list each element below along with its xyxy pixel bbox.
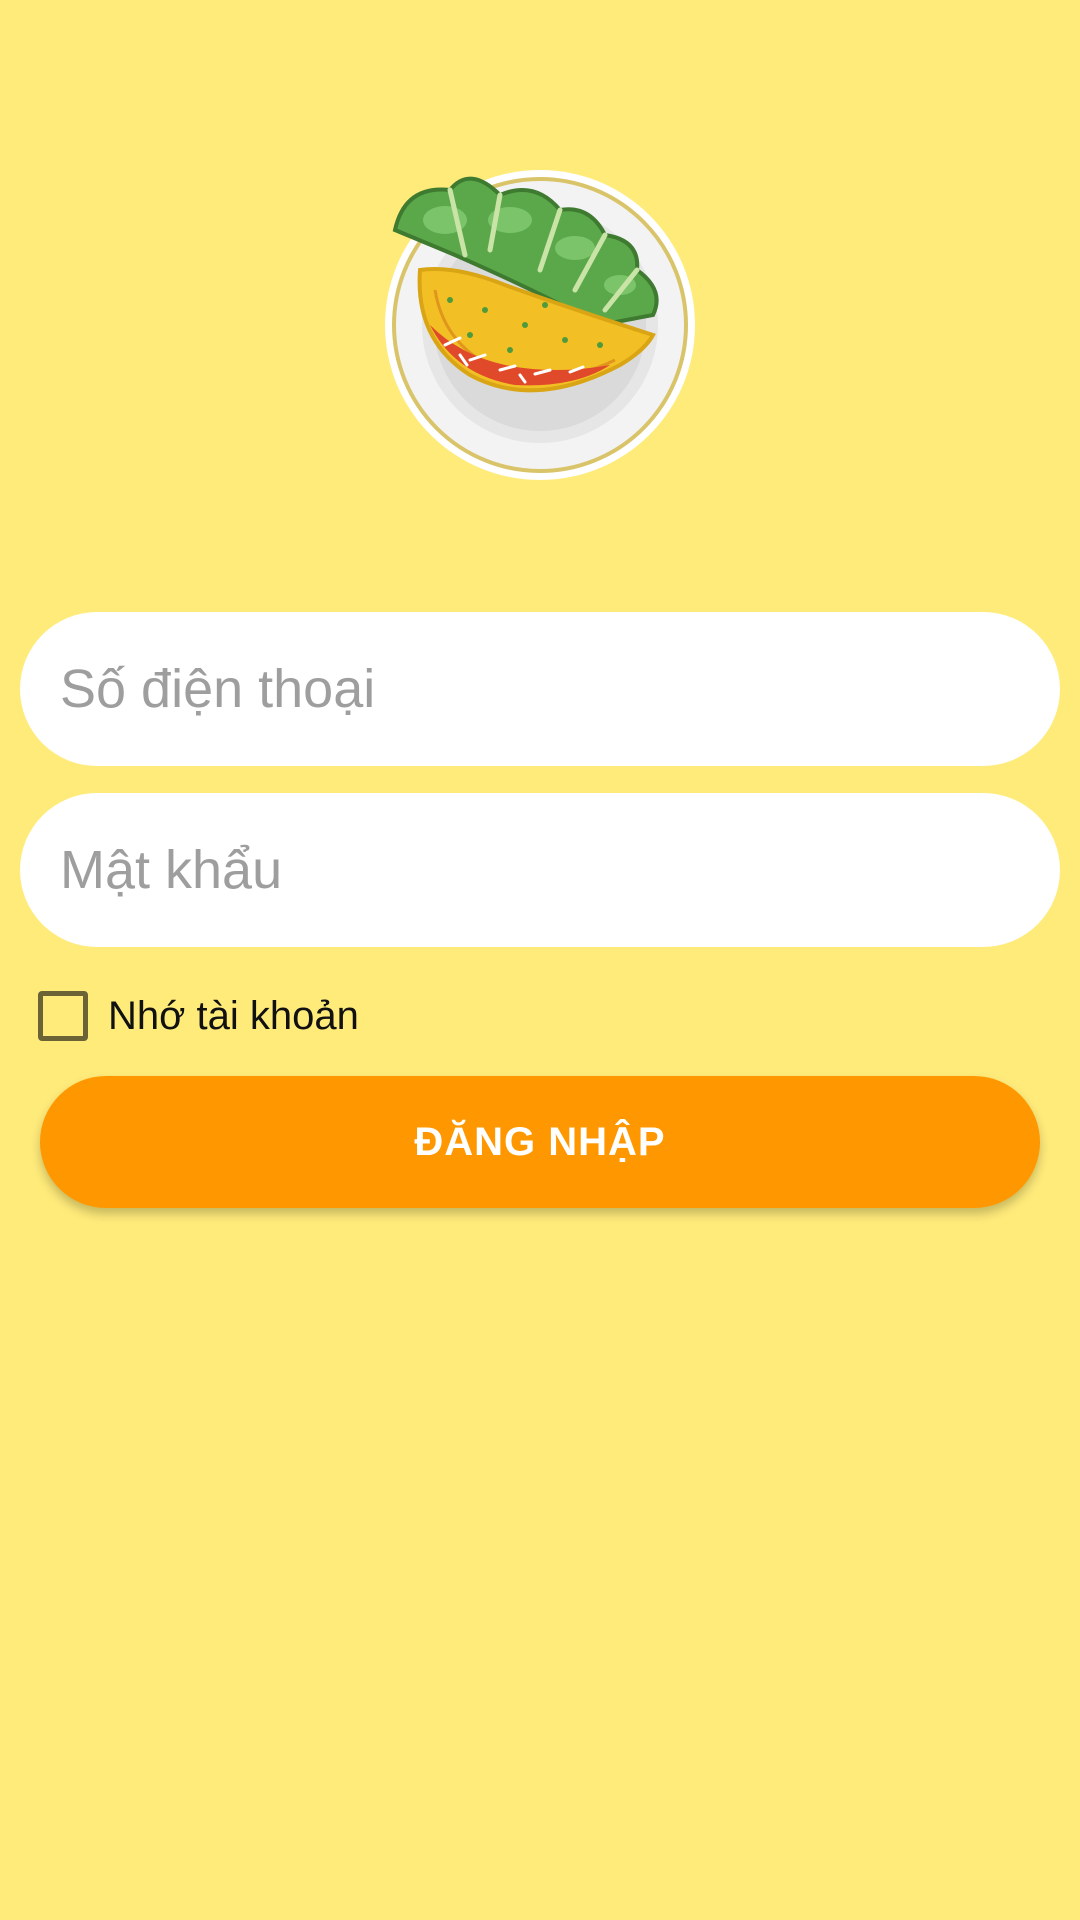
remember-label: Nhớ tài khoản [108,993,359,1038]
banh-xeo-plate-icon [385,170,695,480]
remember-account[interactable]: Nhớ tài khoản [38,988,359,1044]
password-input[interactable] [58,838,1022,902]
remember-checkbox[interactable] [38,991,88,1041]
password-field[interactable] [20,793,1060,947]
login-button-label: ĐĂNG NHẬP [414,1119,666,1164]
phone-field[interactable] [20,612,1060,766]
login-button[interactable]: ĐĂNG NHẬP [40,1076,1040,1208]
app-logo [375,160,705,490]
phone-input[interactable] [58,657,1022,721]
